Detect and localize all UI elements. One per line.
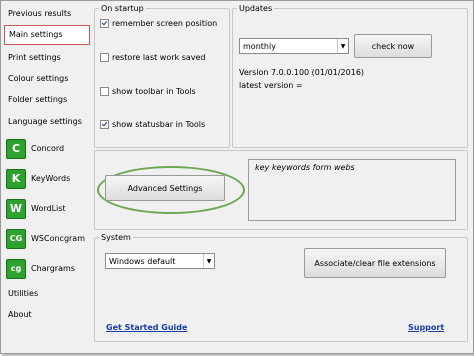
sidebar-item-folder-settings[interactable]: Folder settings [2, 90, 90, 110]
button-label: Associate/clear file extensions [314, 258, 436, 268]
update-frequency-value: monthly [243, 41, 276, 51]
sidebar-item-previous-results[interactable]: Previous results [2, 4, 90, 24]
chevron-down-icon: ▼ [337, 39, 348, 53]
sidebar-item-label: Utilities [8, 289, 39, 298]
settings-window: Previous results Main settings Print set… [0, 0, 474, 354]
checkbox-label: remember screen position [112, 19, 218, 28]
sidebar-item-keywords[interactable]: K KeyWords [2, 168, 90, 190]
keywords-text-area[interactable]: key keywords form webs [248, 159, 456, 221]
update-frequency-select[interactable]: monthly ▼ [239, 38, 349, 54]
theme-value: Windows default [109, 256, 176, 266]
sidebar: Previous results Main settings Print set… [2, 2, 90, 352]
wsconcgram-icon: CG [6, 229, 26, 249]
sidebar-item-main-settings[interactable]: Main settings [4, 25, 90, 45]
support-link[interactable]: Support [408, 323, 444, 332]
restore-last-work-checkbox[interactable]: restore last work saved [100, 53, 206, 62]
show-toolbar-checkbox[interactable]: show toolbar in Tools [100, 87, 196, 96]
version-text: Version 7.0.0.100 (01/01/2016) [239, 68, 365, 77]
system-legend: System [101, 233, 131, 242]
sidebar-item-print-settings[interactable]: Print settings [2, 48, 90, 68]
sidebar-item-label: Chargrams [31, 264, 75, 273]
sidebar-item-label: WordList [31, 204, 66, 213]
sidebar-item-label: Previous results [8, 9, 72, 18]
chevron-down-icon: ▼ [203, 254, 214, 268]
sidebar-item-chargrams[interactable]: cg Chargrams [2, 258, 90, 280]
sidebar-item-label: Main settings [9, 30, 63, 39]
checkbox-box [100, 53, 109, 62]
checkbox-box [100, 120, 109, 129]
chargrams-icon: cg [6, 259, 26, 279]
main-settings-panel: On startup remember screen position rest… [91, 2, 471, 352]
sidebar-item-language-settings[interactable]: Language settings [2, 112, 90, 132]
checkbox-label: restore last work saved [112, 53, 206, 62]
sidebar-item-utilities[interactable]: Utilities [2, 284, 90, 304]
sidebar-item-wsconcgram[interactable]: CG WSConcgram [2, 228, 90, 250]
sidebar-item-label: Colour settings [8, 74, 69, 83]
keywords-icon: K [6, 169, 26, 189]
concord-icon: C [6, 139, 26, 159]
wordlist-icon: W [6, 199, 26, 219]
startup-legend: On startup [101, 4, 144, 13]
check-now-button[interactable]: check now [354, 34, 432, 58]
sidebar-item-colour-settings[interactable]: Colour settings [2, 69, 90, 89]
button-label: check now [371, 41, 415, 51]
sidebar-item-label: Concord [31, 144, 65, 153]
remember-screen-position-checkbox[interactable]: remember screen position [100, 19, 217, 28]
sidebar-item-label: KeyWords [31, 174, 71, 183]
sidebar-item-concord[interactable]: C Concord [2, 138, 90, 160]
updates-legend: Updates [239, 4, 273, 13]
advanced-settings-button[interactable]: Advanced Settings [105, 175, 225, 201]
sidebar-item-label: Print settings [8, 53, 61, 62]
get-started-link[interactable]: Get Started Guide [106, 323, 187, 332]
sidebar-item-wordlist[interactable]: W WordList [2, 198, 90, 220]
checkbox-label: show statusbar in Tools [112, 120, 206, 129]
sidebar-item-about[interactable]: About [2, 305, 90, 325]
associate-file-extensions-button[interactable]: Associate/clear file extensions [304, 248, 446, 278]
keywords-text: key keywords form webs [255, 163, 355, 172]
checkbox-box [100, 19, 109, 28]
sidebar-item-label: Language settings [8, 117, 82, 126]
show-statusbar-checkbox[interactable]: show statusbar in Tools [100, 120, 205, 129]
button-label: Advanced Settings [127, 183, 203, 193]
checkbox-label: show toolbar in Tools [112, 87, 196, 96]
sidebar-item-label: Folder settings [8, 95, 68, 104]
sidebar-item-label: WSConcgram [31, 234, 85, 243]
checkbox-box [100, 87, 109, 96]
latest-version-text: latest version = [239, 81, 303, 90]
sidebar-item-label: About [8, 310, 32, 319]
theme-select[interactable]: Windows default ▼ [105, 253, 215, 269]
